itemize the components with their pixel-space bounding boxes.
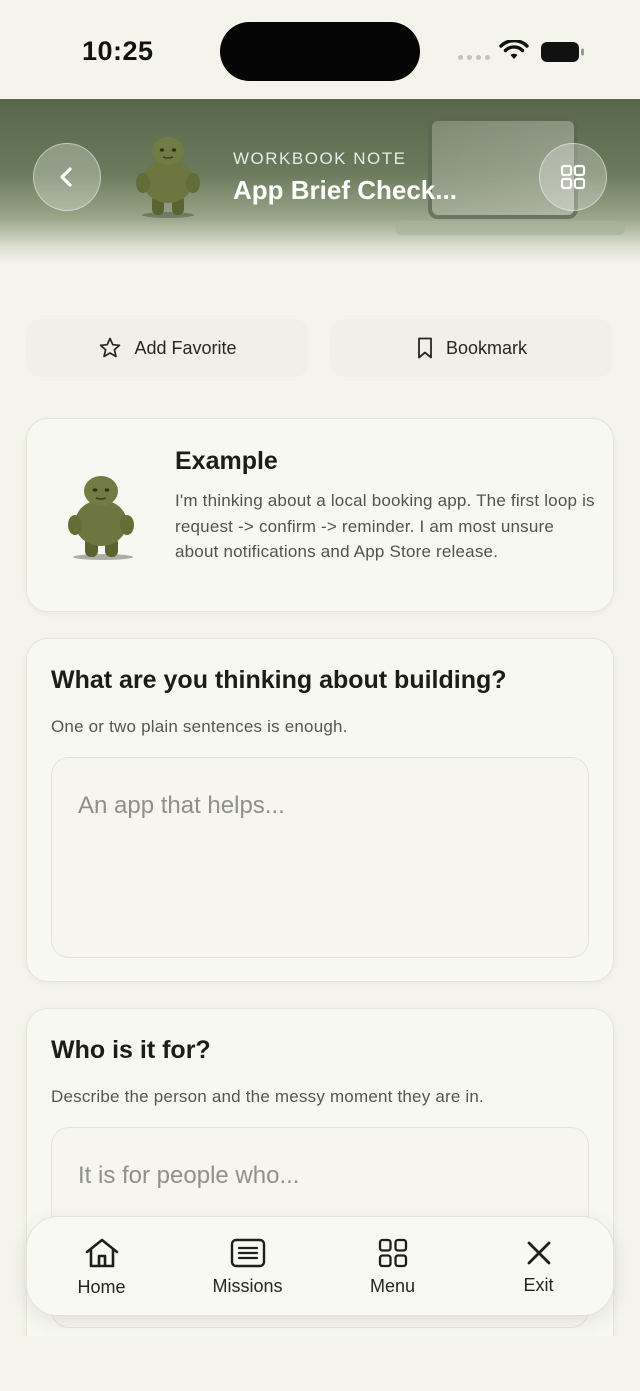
nav-label: Missions xyxy=(212,1275,283,1296)
list-icon xyxy=(230,1238,265,1267)
wifi-icon xyxy=(499,40,529,59)
question-subtitle: Describe the person and the messy moment… xyxy=(51,1087,484,1106)
laptop-base-image xyxy=(395,221,625,235)
bottom-fade xyxy=(0,1336,640,1391)
example-body: I'm thinking about a local booking app. … xyxy=(175,491,595,561)
bookmark-label: Bookmark xyxy=(445,337,528,358)
header-overline: WORKBOOK NOTE xyxy=(233,149,407,168)
bookmark-button[interactable]: Bookmark xyxy=(330,319,613,377)
back-button[interactable] xyxy=(33,143,101,211)
nav-item-home[interactable]: Home xyxy=(28,1217,175,1317)
question-card-building: What are you thinking about building? On… xyxy=(26,638,614,982)
nav-label: Home xyxy=(77,1276,126,1297)
mascot-image xyxy=(136,137,200,218)
nav-item-menu[interactable]: Menu xyxy=(319,1217,466,1317)
star-icon xyxy=(100,337,121,358)
question-title: What are you thinking about building? xyxy=(51,666,507,694)
add-favorite-label: Add Favorite xyxy=(134,337,237,358)
example-card: Example I'm thinking about a local booki… xyxy=(26,418,614,612)
bookmark-icon xyxy=(418,337,432,359)
question-title: Who is it for? xyxy=(51,1036,211,1064)
status-time: 10:25 xyxy=(82,36,154,66)
grid-icon xyxy=(560,164,586,190)
building-idea-input[interactable] xyxy=(51,757,589,958)
grid-icon xyxy=(378,1238,407,1267)
mascot-image xyxy=(68,476,134,560)
add-favorite-button[interactable]: Add Favorite xyxy=(26,319,309,377)
chevron-left-icon xyxy=(60,167,72,187)
menu-grid-button[interactable] xyxy=(539,143,607,211)
nav-item-missions[interactable]: Missions xyxy=(174,1217,321,1317)
page-title: App Brief Check... xyxy=(233,175,457,205)
nav-item-exit[interactable]: Exit xyxy=(465,1217,612,1317)
header-banner: WORKBOOK NOTE App Brief Check... xyxy=(0,99,640,264)
question-subtitle: One or two plain sentences is enough. xyxy=(51,717,348,736)
status-bar: 10:25 xyxy=(0,0,640,100)
nav-label: Menu xyxy=(369,1275,416,1296)
example-title: Example xyxy=(175,447,278,475)
dynamic-island xyxy=(220,22,420,81)
battery-icon xyxy=(541,42,584,62)
home-icon xyxy=(85,1238,118,1267)
bottom-nav: Home Missions Menu Exit xyxy=(26,1216,614,1316)
close-icon xyxy=(527,1241,550,1264)
nav-label: Exit xyxy=(523,1274,554,1295)
cellular-signal-icon xyxy=(458,55,490,60)
